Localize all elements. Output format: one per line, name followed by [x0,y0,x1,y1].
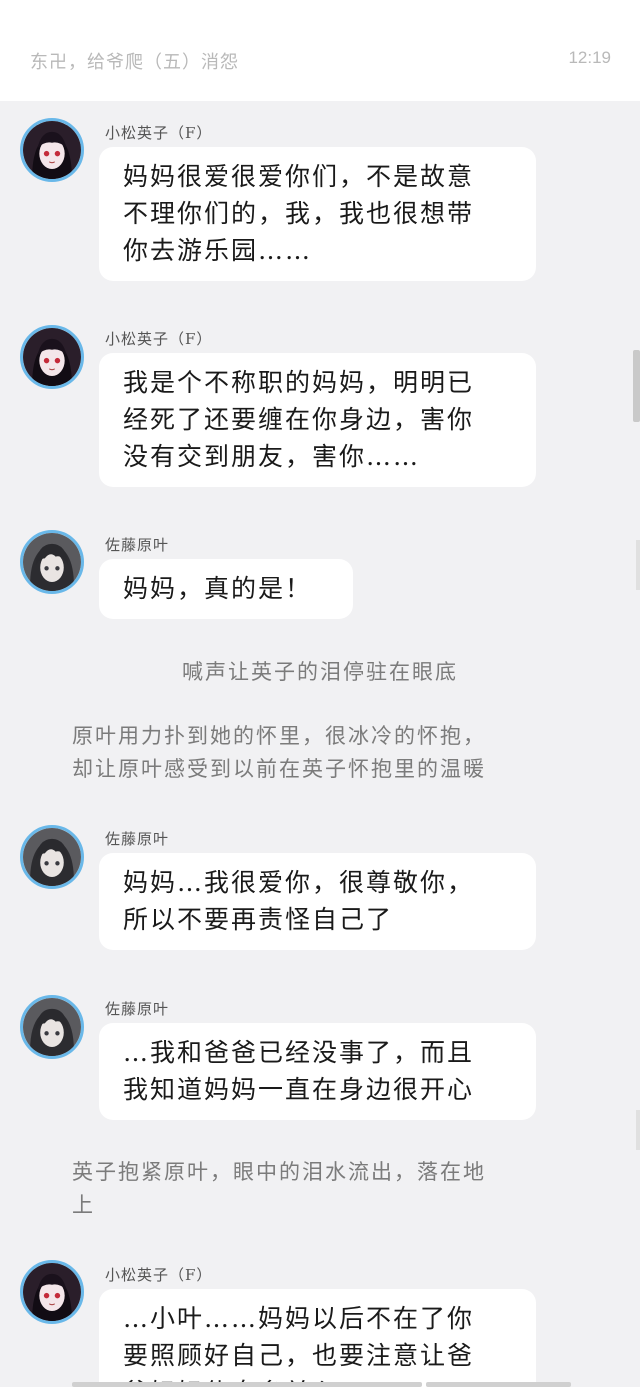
speaker-name: 佐藤原叶 [105,830,170,848]
narration-text: 原叶用力扑到她的怀里，很冰冷的怀抱， 却让原叶感受到以前在英子怀抱里的温暖 [0,720,640,786]
narration-text: 喊声让英子的泪停驻在眼底 [0,656,640,689]
message-bubble: 我是个不称职的妈妈，明明已 经死了还要缠在你身边，害你 没有交到朋友，害你…… [99,353,536,487]
eiko-avatar-icon[interactable] [20,325,84,389]
scroll-track-mark [636,1110,640,1150]
message-bubble: 妈妈，真的是！ [99,559,353,619]
message-bubble: …小叶……妈妈以后不在了你 要照顾好自己，也要注意让爸 爸好好休息多关心 [99,1289,536,1387]
haraha-avatar-icon[interactable] [20,825,84,889]
clock-time: 12:19 [568,48,611,67]
narration-line: 英子抱紧原叶，眼中的泪水流出，落在地 [72,1160,486,1184]
message-line: 妈妈，真的是！ [123,574,313,603]
message-line: …小叶……妈妈以后不在了你 [123,1304,475,1333]
haraha-avatar-icon[interactable] [20,530,84,594]
eiko-avatar-icon[interactable] [20,1260,84,1324]
message-bubble: 妈妈很爱很爱你们，不是故意 不理你们的，我，我也很想带 你去游乐园…… [99,147,536,281]
narration-text: 英子抱紧原叶，眼中的泪水流出，落在地 上 [0,1156,640,1222]
app-header: 东卍，给爷爬（五）消怨 12:19 [0,0,640,101]
message-line: 没有交到朋友，害你…… [123,442,421,471]
message-line: 经死了还要缠在你身边，害你 [123,405,475,434]
narration-line: 喊声让英子的泪停驻在眼底 [182,660,458,684]
horizontal-scrollbar[interactable] [72,1382,422,1387]
narration-line: 却让原叶感受到以前在英子怀抱里的温暖 [72,757,486,781]
message-line: 要照顾好自己，也要注意让爸 [123,1341,475,1370]
message-line: …我和爸爸已经没事了，而且 [123,1038,475,1067]
narration-line: 上 [72,1193,95,1217]
message-bubble: …我和爸爸已经没事了，而且 我知道妈妈一直在身边很开心 [99,1023,536,1120]
narration-line: 原叶用力扑到她的怀里，很冰冷的怀抱， [72,724,486,748]
message-line: 我知道妈妈一直在身边很开心 [123,1075,475,1104]
speaker-name: 佐藤原叶 [105,536,170,554]
message-line: 你去游乐园…… [123,236,313,265]
vertical-scrollbar-thumb[interactable] [633,350,640,422]
message-line: 不理你们的，我，我也很想带 [123,199,475,228]
speaker-name: 小松英子（F） [105,1266,213,1284]
message-line: 妈妈…我很爱你，很尊敬你， [123,868,475,897]
speaker-name: 小松英子（F） [105,124,213,142]
message-bubble: 妈妈…我很爱你，很尊敬你， 所以不要再责怪自己了 [99,853,536,950]
scroll-track-mark [636,540,640,590]
message-line: 所以不要再责怪自己了 [123,905,394,934]
message-line: 妈妈很爱很爱你们，不是故意 [123,162,475,191]
chapter-title: 东卍，给爷爬（五）消怨 [30,52,239,73]
speaker-name: 小松英子（F） [105,330,213,348]
speaker-name: 佐藤原叶 [105,1000,170,1018]
horizontal-scrollbar[interactable] [426,1382,571,1387]
message-line: 我是个不称职的妈妈，明明已 [123,368,475,397]
eiko-avatar-icon[interactable] [20,118,84,182]
haraha-avatar-icon[interactable] [20,995,84,1059]
